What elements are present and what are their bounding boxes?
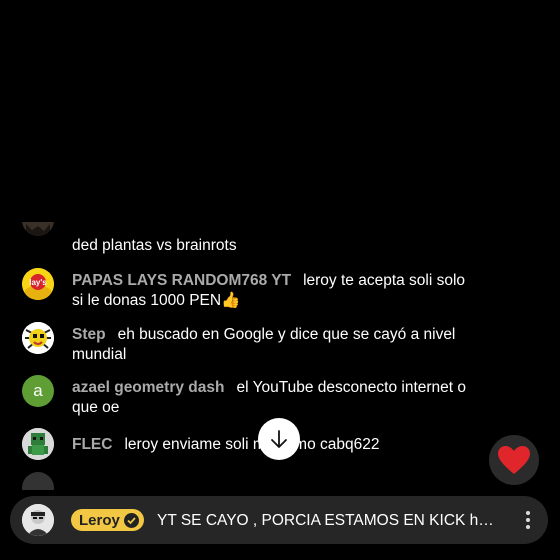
live-chat-list[interactable]: ded plantas vs brainrots lay's PAPAS LAY… [0,222,480,490]
message-text: ded plantas vs brainrots [72,237,237,254]
more-options-button[interactable] [514,506,542,534]
pixel-character-icon[interactable] [22,428,54,460]
pinned-message-bar[interactable]: Leroy YT SE CAYO , PORCIA ESTAMOS EN KIC… [10,496,548,544]
avatar[interactable] [22,472,54,490]
more-vertical-icon [526,511,530,515]
yellow-creature-icon[interactable] [22,322,54,354]
pinned-message-text: YT SE CAYO , PORCIA ESTAMOS EN KICK htt.… [157,512,497,529]
avatar-letter: a [33,381,43,400]
message-author[interactable]: FLEC [72,436,112,453]
heart-icon [498,446,530,474]
arrow-down-icon [271,430,287,448]
lays-logo-icon[interactable]: lay's [22,268,54,300]
message-author[interactable]: azael geometry dash [72,379,224,396]
message-text: eh buscado en Google y dice que se cayó … [72,326,456,363]
message-author[interactable]: Step [72,326,106,343]
letter-avatar[interactable]: a [22,375,54,407]
like-button[interactable] [489,435,539,485]
message-author[interactable]: PAPAS LAYS RANDOM768 YT [72,272,291,289]
scroll-to-bottom-button[interactable] [258,418,300,460]
verified-check-icon [123,512,139,528]
message-text: leroy enviame soli me llamo cabq622 [124,436,380,453]
author-badge[interactable]: Leroy [71,509,144,531]
avatar[interactable] [22,222,54,236]
avatar[interactable] [22,504,54,536]
badge-label: Leroy [79,511,120,529]
svg-text:lay's: lay's [29,278,47,287]
